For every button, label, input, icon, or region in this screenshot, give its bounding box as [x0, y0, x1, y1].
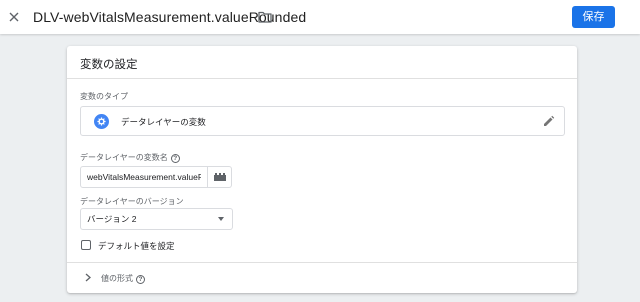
- value-format-label: 値の形式: [101, 274, 133, 283]
- folder-icon: [258, 11, 272, 23]
- dropdown-arrow-icon: [218, 217, 224, 221]
- variable-type-selector[interactable]: データレイヤーの変数: [80, 106, 565, 136]
- variable-picker-icon: [213, 173, 226, 181]
- variable-type-name: データレイヤーの変数: [121, 117, 206, 127]
- variable-config-card: 変数の設定 変数のタイプ データレイヤーの変数 データレイヤーの変数名? web…: [67, 46, 577, 293]
- default-value-label: デフォルト値を設定: [98, 241, 175, 251]
- value-format-label-row: 値の形式?: [101, 273, 145, 284]
- dlv-name-label-row: データレイヤーの変数名?: [80, 152, 180, 163]
- help-icon[interactable]: ?: [170, 154, 180, 163]
- top-bar: DLV-webVitalsMeasurement.valueRounded 保存: [0, 0, 640, 34]
- default-value-checkbox[interactable]: [81, 240, 91, 250]
- dlv-name-input[interactable]: [80, 166, 208, 188]
- variable-picker-button[interactable]: [208, 166, 232, 188]
- close-icon: [9, 12, 19, 22]
- dlv-name-label: データレイヤーの変数名: [80, 153, 168, 162]
- close-button[interactable]: [5, 8, 23, 26]
- save-button[interactable]: 保存: [572, 6, 615, 28]
- gear-icon: [94, 114, 109, 129]
- card-divider: [67, 78, 577, 79]
- version-select[interactable]: バージョン 2: [80, 208, 233, 230]
- help-icon[interactable]: ?: [136, 275, 145, 284]
- value-format-toggle[interactable]: 値の形式?: [67, 263, 577, 293]
- version-label: データレイヤーのバージョン: [80, 197, 184, 206]
- folder-button[interactable]: [257, 9, 273, 25]
- variable-type-label: 変数のタイプ: [80, 92, 128, 101]
- card-title: 変数の設定: [80, 59, 138, 71]
- chevron-right-icon: [85, 273, 91, 282]
- pencil-icon[interactable]: [542, 115, 555, 128]
- version-select-value: バージョン 2: [87, 214, 137, 224]
